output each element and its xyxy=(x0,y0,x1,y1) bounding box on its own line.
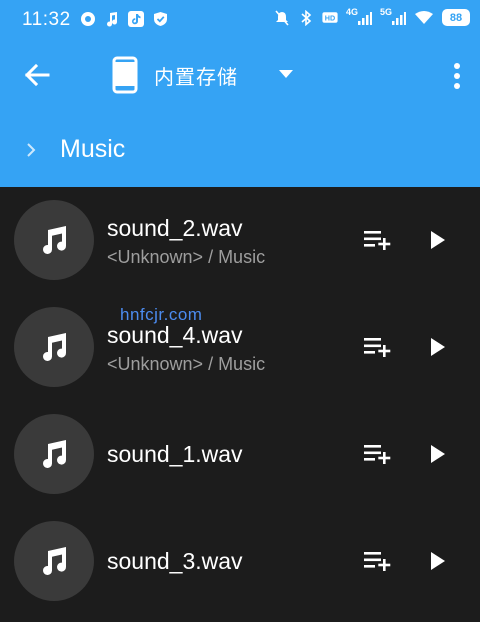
file-name: sound_4.wav xyxy=(107,322,243,348)
svg-text:HD: HD xyxy=(325,13,335,22)
add-to-playlist-icon[interactable] xyxy=(364,230,392,250)
add-to-playlist-icon[interactable] xyxy=(364,551,392,571)
file-list: sound_2.wav <Unknown> / Music sound_4.wa… xyxy=(0,187,480,622)
back-arrow-icon[interactable] xyxy=(22,60,52,90)
storage-selector[interactable]: 内置存储 xyxy=(112,56,238,94)
play-icon[interactable] xyxy=(430,230,446,250)
watermark-text: hnfcjr.com xyxy=(120,305,203,324)
play-icon[interactable] xyxy=(430,444,446,464)
chevron-right-icon xyxy=(27,143,36,157)
network-type-b: 5G xyxy=(380,7,393,17)
signal-icon-1: 4G xyxy=(346,7,372,26)
storage-label: 内置存储 xyxy=(154,64,238,89)
play-icon[interactable] xyxy=(430,551,446,571)
list-item[interactable]: sound_4.wav <Unknown> / Music xyxy=(0,294,480,401)
tiktok-icon xyxy=(128,10,144,27)
file-name: sound_2.wav xyxy=(107,215,243,241)
smartphone-icon xyxy=(112,56,138,94)
music-note-icon xyxy=(43,226,67,254)
file-name: sound_1.wav xyxy=(107,441,243,467)
music-app-icon xyxy=(104,10,120,27)
breadcrumb-music[interactable]: Music xyxy=(60,135,125,164)
battery-indicator: 88 xyxy=(442,9,470,26)
dropdown-triangle-icon[interactable] xyxy=(279,70,293,80)
file-path: <Unknown> / Music xyxy=(107,247,266,267)
status-time: 11:32 xyxy=(22,9,71,30)
status-bar: 11:32 HD 4G 5G 88 xyxy=(0,0,480,38)
signal-icon-2: 5G xyxy=(380,7,406,26)
file-thumbnail xyxy=(14,414,94,494)
app-bar: 内置存储 xyxy=(0,38,480,112)
wifi-icon xyxy=(414,9,434,26)
add-to-playlist-icon[interactable] xyxy=(364,337,392,357)
file-path: <Unknown> / Music xyxy=(107,354,266,374)
shield-icon xyxy=(152,10,168,27)
file-thumbnail xyxy=(14,521,94,601)
list-item[interactable]: sound_2.wav <Unknown> / Music xyxy=(0,187,480,294)
music-note-icon xyxy=(43,547,67,575)
file-thumbnail xyxy=(14,200,94,280)
file-thumbnail xyxy=(14,307,94,387)
add-to-playlist-icon[interactable] xyxy=(364,444,392,464)
system-icons: HD 4G 5G 88 xyxy=(274,7,470,26)
music-note-icon xyxy=(43,440,67,468)
bluetooth-icon xyxy=(298,9,314,26)
breadcrumb: Music xyxy=(0,112,480,187)
music-note-icon xyxy=(43,333,67,361)
record-icon xyxy=(80,10,96,27)
more-options-icon[interactable] xyxy=(452,62,462,90)
list-item[interactable]: sound_3.wav xyxy=(0,508,480,615)
hd-icon: HD xyxy=(322,9,338,26)
notification-icons xyxy=(80,10,168,27)
list-item[interactable]: sound_1.wav xyxy=(0,401,480,508)
mute-icon xyxy=(274,9,290,26)
network-type-a: 4G xyxy=(346,7,359,17)
file-name: sound_3.wav xyxy=(107,548,243,574)
play-icon[interactable] xyxy=(430,337,446,357)
